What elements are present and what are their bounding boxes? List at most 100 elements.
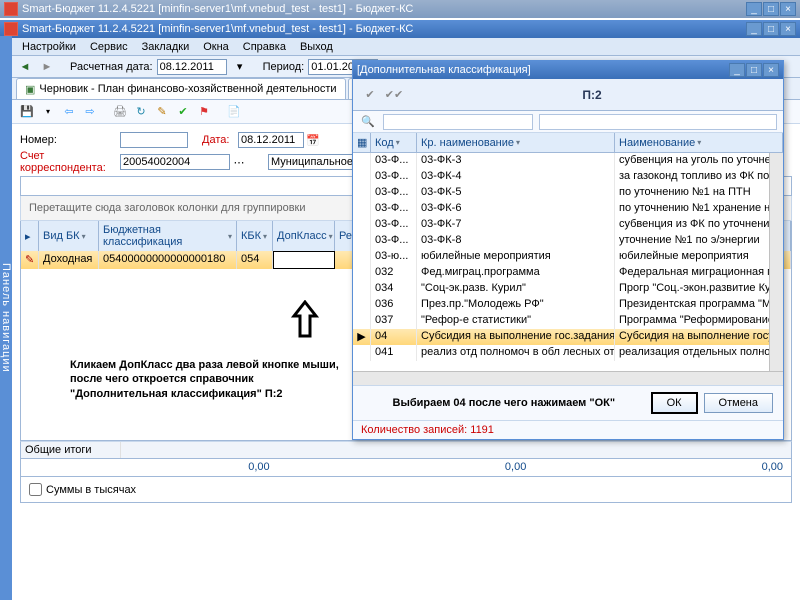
dlg-col-short[interactable]: Кр. наименование▾ <box>417 133 615 152</box>
cell-code[interactable]: 041 <box>371 345 417 361</box>
dlg-checkall-icon[interactable]: ✔✔ <box>385 86 403 104</box>
dialog-row[interactable]: ▶04Субсидия на выполнение гос.заданияСуб… <box>353 329 783 345</box>
cell-code[interactable]: 03-ю... <box>371 249 417 265</box>
menu-exit[interactable]: Выход <box>294 40 339 54</box>
cell-kbk[interactable]: 054 <box>237 251 273 269</box>
cell-full[interactable]: юбилейные мероприятия <box>615 249 783 265</box>
nav-back-icon[interactable]: ◄ <box>16 58 34 76</box>
edit-icon[interactable]: ✎ <box>153 103 171 121</box>
cell-code[interactable]: 03-Ф... <box>371 153 417 169</box>
cell-code[interactable]: 03-Ф... <box>371 201 417 217</box>
cell-code[interactable]: 036 <box>371 297 417 313</box>
cell-short[interactable]: 03-ФК-6 <box>417 201 615 217</box>
cell-short[interactable]: 03-ФК-4 <box>417 169 615 185</box>
row-selector-header[interactable]: ▸ <box>21 221 39 251</box>
cell-code[interactable]: 03-Ф... <box>371 169 417 185</box>
calendar-icon[interactable]: 📅 <box>304 131 322 149</box>
cell-bk[interactable]: 05400000000000000180 <box>99 251 237 269</box>
cell-full[interactable]: субвенция из ФК по уточнению <box>615 217 783 233</box>
nav-side-panel[interactable]: Панель навигации <box>0 36 12 600</box>
dialog-row[interactable]: 037"Рефор-е статистики"Программа "Реформ… <box>353 313 783 329</box>
cell-full[interactable]: Федеральная миграционная пр <box>615 265 783 281</box>
cell-full[interactable]: уточнение №1 по э/энергии <box>615 233 783 249</box>
close-button[interactable]: × <box>780 2 796 16</box>
copy-in-icon[interactable]: ⇦ <box>60 103 78 121</box>
col-kbk[interactable]: КБК▾ <box>237 221 273 251</box>
cell-code[interactable]: 03-Ф... <box>371 217 417 233</box>
thousands-checkbox[interactable] <box>29 483 42 496</box>
cell-short[interactable]: 03-ФК-7 <box>417 217 615 233</box>
dlg-col-code[interactable]: Код▾ <box>371 133 417 152</box>
maximize-button[interactable]: □ <box>763 22 779 36</box>
cell-short[interactable]: Фед.миграц.программа <box>417 265 615 281</box>
col-dopklass[interactable]: ДопКласс▾ <box>273 221 335 251</box>
cell-full[interactable]: Субсидия на выполнение госуд <box>615 329 783 345</box>
dialog-row[interactable]: 03-Ф...03-ФК-6по уточнению №1 хранение н… <box>353 201 783 217</box>
maximize-button[interactable]: □ <box>763 2 779 16</box>
cell-full[interactable]: за газоконд топливо из ФК по у <box>615 169 783 185</box>
dlg-minimize-button[interactable]: _ <box>729 63 745 77</box>
menu-settings[interactable]: Настройки <box>16 40 82 54</box>
flag-icon[interactable]: ⚑ <box>195 103 213 121</box>
cell-short[interactable]: Субсидия на выполнение гос.задания <box>417 329 615 345</box>
dialog-titlebar[interactable]: [Дополнительная классификация] _ □ × <box>353 61 783 79</box>
cell-code[interactable]: 04 <box>371 329 417 345</box>
cell-dopklass[interactable] <box>273 251 335 269</box>
dlg-close-button[interactable]: × <box>763 63 779 77</box>
cell-short[interactable]: 03-ФК-5 <box>417 185 615 201</box>
dialog-row[interactable]: 041реализ отд полномоч в обл лесных отно… <box>353 345 783 361</box>
refresh-icon[interactable]: ↻ <box>132 103 150 121</box>
cell-code[interactable]: 034 <box>371 281 417 297</box>
cell-short[interactable]: реализ отд полномоч в обл лесных отношен… <box>417 345 615 361</box>
cell-vidbk[interactable]: Доходная <box>39 251 99 269</box>
cell-short[interactable]: 03-ФК-8 <box>417 233 615 249</box>
cell-code[interactable]: 032 <box>371 265 417 281</box>
menu-windows[interactable]: Окна <box>197 40 235 54</box>
search-input-1[interactable] <box>383 114 533 130</box>
dialog-row[interactable]: 03-Ф...03-ФК-4за газоконд топливо из ФК … <box>353 169 783 185</box>
nav-fwd-icon[interactable]: ► <box>38 58 56 76</box>
cell-short[interactable]: През.пр."Молодежь РФ" <box>417 297 615 313</box>
cell-full[interactable]: по уточнению №1 хранение не <box>615 201 783 217</box>
minimize-button[interactable]: _ <box>746 22 762 36</box>
search-input-2[interactable] <box>539 114 777 130</box>
cell-full[interactable]: реализация отдельных полном <box>615 345 783 361</box>
cell-code[interactable]: 03-Ф... <box>371 185 417 201</box>
calendar-icon[interactable]: ▾ <box>231 58 249 76</box>
dialog-scrollbar-vertical[interactable] <box>769 153 783 371</box>
check-icon[interactable]: ✔ <box>174 103 192 121</box>
cell-full[interactable]: субвенция на уголь по уточнени <box>615 153 783 169</box>
cell-short[interactable]: "Рефор-е статистики" <box>417 313 615 329</box>
cell-short[interactable]: 03-ФК-3 <box>417 153 615 169</box>
cell-code[interactable]: 03-Ф... <box>371 233 417 249</box>
dialog-row[interactable]: 034"Соц-эк.разв. Курил"Прогр "Соц.-экон.… <box>353 281 783 297</box>
attach-icon[interactable]: 📄 <box>225 103 243 121</box>
dialog-row[interactable]: 032Фед.миграц.программаФедеральная мигра… <box>353 265 783 281</box>
dialog-grid-body[interactable]: 03-Ф...03-ФК-3субвенция на уголь по уточ… <box>353 153 783 371</box>
ok-button[interactable]: ОК <box>651 392 698 414</box>
cell-short[interactable]: юбилейные мероприятия <box>417 249 615 265</box>
menu-bookmarks[interactable]: Закладки <box>136 40 196 54</box>
cell-full[interactable]: Прогр "Соц.-экон.развитие Кури <box>615 281 783 297</box>
close-button[interactable]: × <box>780 22 796 36</box>
save-icon[interactable]: 💾 <box>18 103 36 121</box>
minimize-button[interactable]: _ <box>746 2 762 16</box>
print-icon[interactable]: 🖨 <box>111 103 129 121</box>
save-dd-icon[interactable]: ▾ <box>39 103 57 121</box>
cell-full[interactable]: Программа "Реформирование с <box>615 313 783 329</box>
dialog-row[interactable]: 03-ю...юбилейные мероприятияюбилейные ме… <box>353 249 783 265</box>
search-icon[interactable]: 🔍 <box>359 113 377 131</box>
org-input[interactable] <box>268 154 358 170</box>
cell-full[interactable]: Президентская программа "Мо <box>615 297 783 313</box>
date-input[interactable] <box>238 132 304 148</box>
dialog-scrollbar-horizontal[interactable] <box>353 371 783 385</box>
dialog-row[interactable]: 03-Ф...03-ФК-7субвенция из ФК по уточнен… <box>353 217 783 233</box>
cell-full[interactable]: по уточнению №1 на ПТН <box>615 185 783 201</box>
cell-code[interactable]: 037 <box>371 313 417 329</box>
calc-date-input[interactable] <box>157 59 227 75</box>
account-lookup-icon[interactable]: ⋯ <box>230 153 248 171</box>
col-bk[interactable]: Бюджетная классификация▾ <box>99 221 237 251</box>
cell-short[interactable]: "Соц-эк.разв. Курил" <box>417 281 615 297</box>
col-vidbk[interactable]: Вид БК▾ <box>39 221 99 251</box>
inner-window-titlebar[interactable]: Smart-Бюджет 11.2.4.5221 [minfin-server1… <box>0 20 800 38</box>
